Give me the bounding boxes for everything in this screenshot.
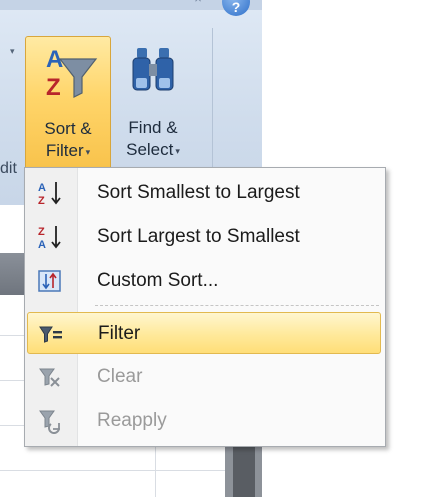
svg-text:Z: Z: [38, 226, 45, 238]
menu-item-custom-sort[interactable]: Custom Sort...: [27, 260, 381, 302]
menu-item-label: Reapply: [97, 410, 167, 431]
ribbon-group-label: dit: [0, 160, 17, 177]
menu-item-reapply[interactable]: Reapply: [27, 400, 381, 442]
find-select-label: Find &: [128, 118, 178, 137]
menu-item-clear[interactable]: Clear: [27, 356, 381, 398]
menu-item-sort-smallest-to-largest[interactable]: A Z Sort Smallest to Largest: [27, 172, 381, 214]
sort-filter-button[interactable]: A Z Sort & Filter ▾: [25, 36, 111, 172]
menu-item-sort-largest-to-smallest[interactable]: Z A Sort Largest to Smallest: [27, 216, 381, 258]
menu-item-label: Sort Smallest to Largest: [97, 182, 300, 203]
dropdown-arrow-icon[interactable]: ▾: [10, 46, 15, 57]
filter-icon: [39, 326, 62, 343]
close-icon[interactable]: ×: [191, 0, 205, 6]
menu-item-label: Filter: [98, 323, 141, 344]
svg-text:Z: Z: [38, 195, 45, 206]
find-select-button[interactable]: Find & Select ▾: [112, 36, 194, 170]
sort-filter-menu: A Z Sort Smallest to Largest Z A Sort La…: [24, 167, 386, 447]
svg-text:A: A: [38, 182, 46, 194]
menu-item-label: Custom Sort...: [97, 270, 219, 291]
help-icon[interactable]: ?: [222, 0, 250, 16]
clear-filter-icon: [39, 368, 60, 387]
sort-filter-icon: A Z: [46, 46, 98, 101]
ribbon-separator: [212, 28, 213, 178]
sort-a-to-z-icon: A Z: [38, 182, 61, 206]
svg-text:Z: Z: [46, 74, 61, 101]
chevron-down-icon: ▾: [175, 145, 180, 156]
gridline: [0, 470, 225, 471]
menu-item-filter[interactable]: Filter: [27, 312, 381, 354]
menu-item-label: Clear: [97, 366, 143, 387]
sort-z-to-a-icon: Z A: [38, 226, 61, 250]
chevron-down-icon: ▾: [85, 146, 91, 157]
reapply-filter-icon: [39, 410, 60, 434]
menu-separator: [95, 305, 379, 306]
sort-filter-label-2: Filter ▾: [45, 141, 91, 160]
find-select-label-2: Select ▾: [126, 140, 180, 159]
menu-item-label: Sort Largest to Smallest: [97, 226, 300, 247]
custom-sort-icon: [38, 270, 61, 292]
svg-text:A: A: [38, 239, 46, 250]
sort-filter-label: Sort &: [44, 119, 92, 138]
binoculars-icon: [132, 48, 174, 91]
